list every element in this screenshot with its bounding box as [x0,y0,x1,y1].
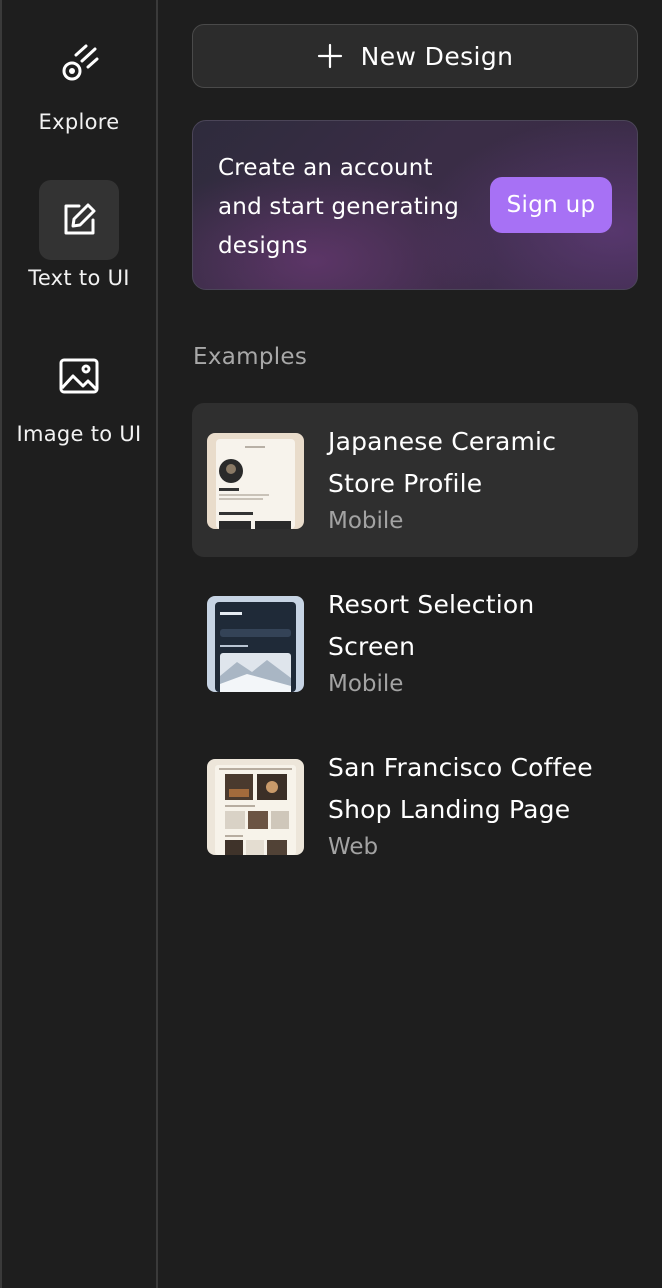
example-title: San Francisco Coffee Shop Landing Page [328,753,593,824]
new-design-button[interactable]: New Design [192,24,638,88]
left-nav-rail: Explore Text to UI Image to UI [0,0,158,1288]
promo-text: Create an account and start generating d… [218,155,460,259]
main-panel: New Design Create an account and start g… [160,0,662,1288]
example-thumbnail [207,596,304,692]
example-thumbnail [207,433,304,529]
example-type: Web [328,834,379,860]
examples-heading: Examples [193,344,308,370]
example-item-resort-selection[interactable]: Resort Selection Screen Mobile [192,566,638,720]
example-thumbnail [207,759,304,855]
example-title: Resort Selection Screen [328,590,535,661]
signup-promo-card: Create an account and start generating d… [192,120,638,290]
nav-explore[interactable]: Explore [2,24,156,134]
new-design-label: New Design [360,41,514,71]
nav-text-to-ui-label: Text to UI [28,266,130,290]
example-item-japanese-ceramic[interactable]: Japanese Ceramic Store Profile Mobile [192,403,638,557]
example-type: Mobile [328,671,404,697]
nav-image-to-ui[interactable]: Image to UI [2,336,156,446]
edit-icon [39,180,119,260]
example-item-sf-coffee-shop[interactable]: San Francisco Coffee Shop Landing Page W… [192,729,638,883]
comet-icon [39,24,119,104]
nav-image-to-ui-label: Image to UI [16,422,142,446]
nav-explore-label: Explore [38,110,120,134]
example-type: Mobile [328,508,404,534]
sign-up-button[interactable]: Sign up [490,177,612,233]
example-title: Japanese Ceramic Store Profile [328,427,557,498]
nav-text-to-ui[interactable]: Text to UI [2,180,156,290]
image-icon [39,336,119,416]
plus-icon [317,43,342,69]
